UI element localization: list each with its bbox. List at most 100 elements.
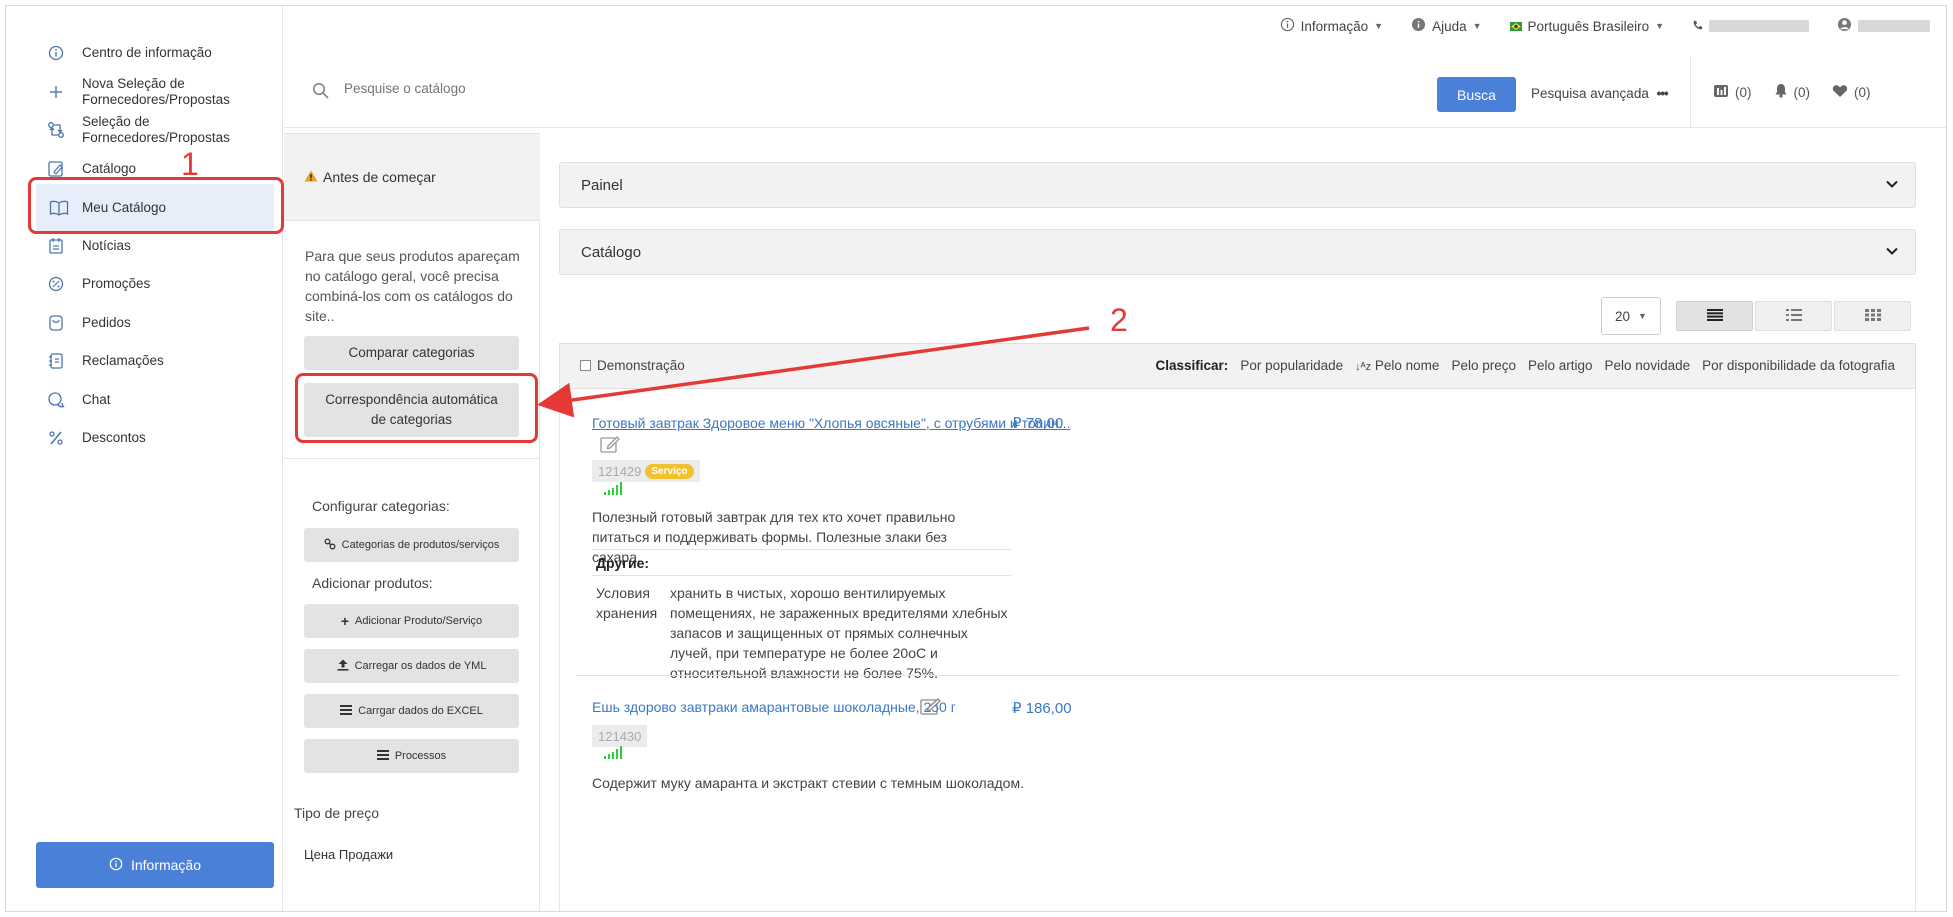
user-menu[interactable] [1837,17,1930,35]
sort-by-price[interactable]: Pelo preço [1451,358,1516,373]
chat-icon [30,391,82,409]
sort-by-name-label: Pelo nome [1374,358,1440,373]
info-icon [1280,17,1295,35]
upload-icon [337,659,349,674]
sort-by-popularity[interactable]: Por popularidade [1240,358,1343,373]
warning-icon [304,169,318,185]
product-categories-button[interactable]: Categorias de produtos/serviços [304,528,519,562]
view-grid-button[interactable] [1834,301,1911,331]
product-title-link[interactable]: Готовый завтрак Здоровое меню "Хлопья ов… [592,415,1070,431]
sort-options: Classificar: Por popularidade ↓ᴬz Pelo n… [1156,358,1895,373]
accordion-painel[interactable]: Painel [559,162,1916,208]
add-product-button[interactable]: + Adicionar Produto/Serviço [304,604,519,638]
detailed-view-icon [1785,308,1802,324]
intro-text: Para que seus produtos apareçam no catál… [305,248,520,324]
sku-value: 121430 [598,728,642,744]
divider [592,549,1012,550]
phone-field [1692,19,1809,34]
accordion-catalogo[interactable]: Catálogo [559,229,1916,275]
sidebar-item-label: Notícias [82,238,131,253]
product-description: Полезный готовый завтрак для тех кто хоч… [592,509,956,565]
upload-excel-label: Carrgar dados do EXCEL [358,705,483,717]
product-separator [576,675,1900,676]
divider [592,575,1012,576]
more-dots-icon: ••• [1656,86,1669,101]
sort-by-photo[interactable]: Por disponibilidade da fotografia [1702,358,1895,373]
cart-icon [30,314,82,332]
list-view-icon [1706,308,1723,324]
grid-view-icon [1864,308,1881,324]
info-button-label: Informação [130,857,202,873]
price-type-value[interactable]: Цена Продажи [304,847,393,862]
per-page-value: 20 [1615,308,1631,324]
per-page-select[interactable]: 20 ▼ [1601,297,1661,335]
excel-icon [340,704,353,718]
service-badge: Serviço [645,463,694,479]
app-window: Centro de informação Nova Seleção de For… [5,5,1947,912]
advanced-search-link[interactable]: Pesquisa avançada ••• [1531,86,1669,101]
favorites-count: (0) [1854,84,1871,100]
sidebar-item-label: Seleção de Fornecedores/Propostas [82,114,230,145]
info-button[interactable]: Informação [36,842,274,888]
callout-number-1: 1 [181,146,199,182]
demo-label: Demonstração [597,358,685,373]
caret-down-icon: ▼ [1472,21,1482,31]
brazil-flag-icon [1509,19,1522,34]
product-price: ₽ 186,00 [1012,700,1072,717]
compare-count: (0) [1735,84,1752,100]
edit-icon[interactable] [920,697,942,718]
add-product-label: Adicionar Produto/Serviço [355,615,483,627]
search-input[interactable] [344,81,844,96]
sidebar-item-label: Catálogo [82,161,137,176]
before-start-title: Antes de começar [323,169,436,185]
view-detailed-button[interactable] [1755,301,1832,331]
sidebar-item-descontos[interactable]: Descontos [30,415,282,461]
accordion-painel-label: Painel [581,176,623,194]
product-price: ₽ 78,00 [1012,415,1064,432]
compare-button[interactable]: (0) [1713,84,1752,101]
sort-by-novelty[interactable]: Pelo novidade [1605,358,1691,373]
user-icon [1837,17,1852,35]
exchange-icon [30,121,82,139]
accordion-catalogo-label: Catálogo [581,243,642,261]
edit-icon[interactable] [600,435,620,456]
sidebar-item-label: Promoções [82,276,151,291]
demo-checkbox[interactable]: Demonstração [580,358,685,373]
notifications-button[interactable]: (0) [1774,83,1810,101]
header-counters: (0) (0) (0) [1690,56,1946,128]
processes-button[interactable]: Processos [304,739,519,773]
info-menu[interactable]: Informação ▼ [1280,17,1383,35]
signal-strength-icon [604,746,622,759]
sidebar-item-label: Centro de informação [82,45,212,60]
book-icon [36,200,82,216]
phone-redacted [1709,20,1809,32]
sort-by-name[interactable]: ↓ᴬz Pelo nome [1355,358,1439,373]
caret-down-icon: ▼ [1655,21,1664,31]
product-categories-label: Categorias de produtos/serviços [341,539,500,551]
help-menu[interactable]: Ajuda ▼ [1411,17,1482,35]
percent-circle-icon [30,276,82,292]
price-type-label: Tipo de preço [294,805,380,821]
compare-icon [1713,84,1729,101]
sku-value: 121429 [598,463,642,479]
upload-yml-button[interactable]: Carregar os dados de YML [304,649,519,683]
product-title-link[interactable]: Ешь здорово завтраки амарантовые шоколад… [592,699,956,715]
catalog-side-panel: Antes de começar Para que seus produtos … [284,133,540,911]
auto-match-categories-button[interactable]: Correspondência automática de categorias [304,383,519,437]
sort-label: Classificar: [1155,358,1229,373]
favorites-button[interactable]: (0) [1832,84,1871,101]
sidebar-item-label: Reclamações [82,353,164,368]
checkbox[interactable] [580,360,591,371]
upload-excel-button[interactable]: Carrgar dados do EXCEL [304,694,519,728]
view-list-button[interactable] [1676,301,1753,331]
sidebar-item-label: Meu Catálogo [82,200,167,215]
caret-down-icon: ▼ [1638,311,1647,321]
advanced-search-label: Pesquisa avançada [1531,86,1649,101]
compare-categories-button[interactable]: Comparar categorias [304,336,519,370]
language-menu[interactable]: Português Brasileiro ▼ [1509,19,1664,34]
upload-yml-label: Carregar os dados de YML [354,660,487,672]
divider [284,458,540,459]
search-button[interactable]: Busca [1437,77,1516,112]
help-icon [1411,17,1426,35]
sort-by-article[interactable]: Pelo artigo [1528,358,1593,373]
